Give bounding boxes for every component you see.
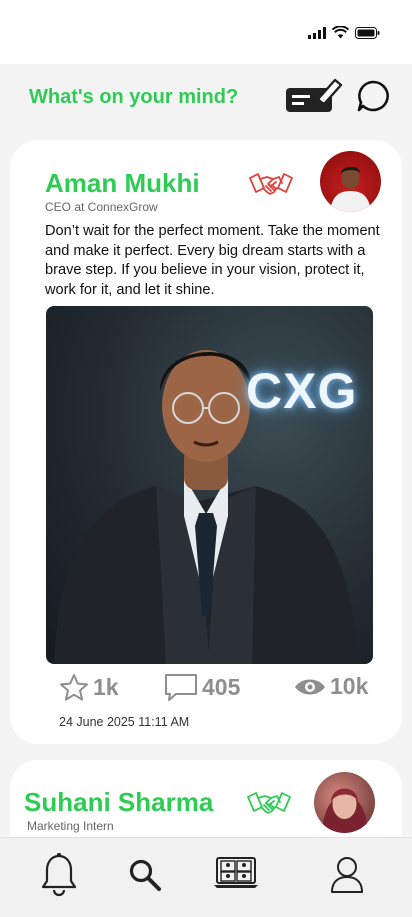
connect-button[interactable]: [246, 789, 292, 826]
connect-button[interactable]: [248, 170, 294, 207]
author-avatar[interactable]: [314, 772, 375, 833]
messages-button[interactable]: [356, 80, 390, 117]
bottom-navigation: [0, 837, 412, 917]
composer-prompt[interactable]: What's on your mind?: [29, 86, 238, 109]
post-timestamp: 24 June 2025 11:11 AM: [59, 715, 190, 729]
write-post-button[interactable]: [286, 76, 344, 119]
post-author-name[interactable]: Suhani Sharma: [24, 787, 213, 818]
search-icon: [129, 859, 161, 891]
avatar-portrait: [330, 166, 371, 212]
nav-profile[interactable]: [329, 854, 365, 899]
wifi-icon: [332, 26, 349, 39]
views-count: 10k: [330, 673, 369, 699]
nav-community[interactable]: [214, 856, 258, 895]
nav-search[interactable]: [128, 858, 162, 897]
handshake-icon: [249, 173, 293, 195]
comments-count: 405: [202, 673, 241, 700]
star-icon: [60, 674, 88, 701]
cxg-logo-text: CXG: [246, 363, 358, 419]
chat-bubble-icon: [357, 80, 389, 112]
eye-icon: [295, 679, 325, 694]
stars-count: 1k: [93, 674, 119, 700]
bell-icon: [41, 853, 77, 897]
stars-stat[interactable]: 1k: [59, 673, 119, 702]
signal-icon: [308, 26, 326, 39]
post-author-name[interactable]: Aman Mukhi: [45, 168, 200, 199]
community-icon: [214, 857, 258, 888]
write-post-icon: [286, 78, 343, 112]
comment-icon: [165, 674, 197, 701]
post-author-role: Marketing Intern: [27, 819, 114, 833]
post-author-role: CEO at ConnexGrow: [45, 200, 158, 214]
composer-bar: What's on your mind?: [0, 64, 412, 136]
nav-notifications[interactable]: [40, 852, 78, 903]
views-stat[interactable]: 10k: [294, 673, 368, 700]
person-portrait-image: [54, 350, 358, 664]
status-icons: [308, 26, 380, 39]
status-bar: [0, 0, 412, 64]
post-body-text: Don’t wait for the perfect moment. Take …: [45, 223, 380, 298]
comments-stat[interactable]: 405: [164, 673, 240, 701]
avatar-portrait: [322, 788, 368, 833]
post-card: Aman Mukhi CEO at ConnexGrow Don’t wait …: [10, 140, 402, 744]
handshake-icon: [247, 792, 291, 814]
profile-icon: [331, 857, 363, 893]
post-photo[interactable]: CXG: [46, 306, 373, 664]
battery-icon: [355, 26, 380, 39]
author-avatar[interactable]: [320, 151, 381, 212]
